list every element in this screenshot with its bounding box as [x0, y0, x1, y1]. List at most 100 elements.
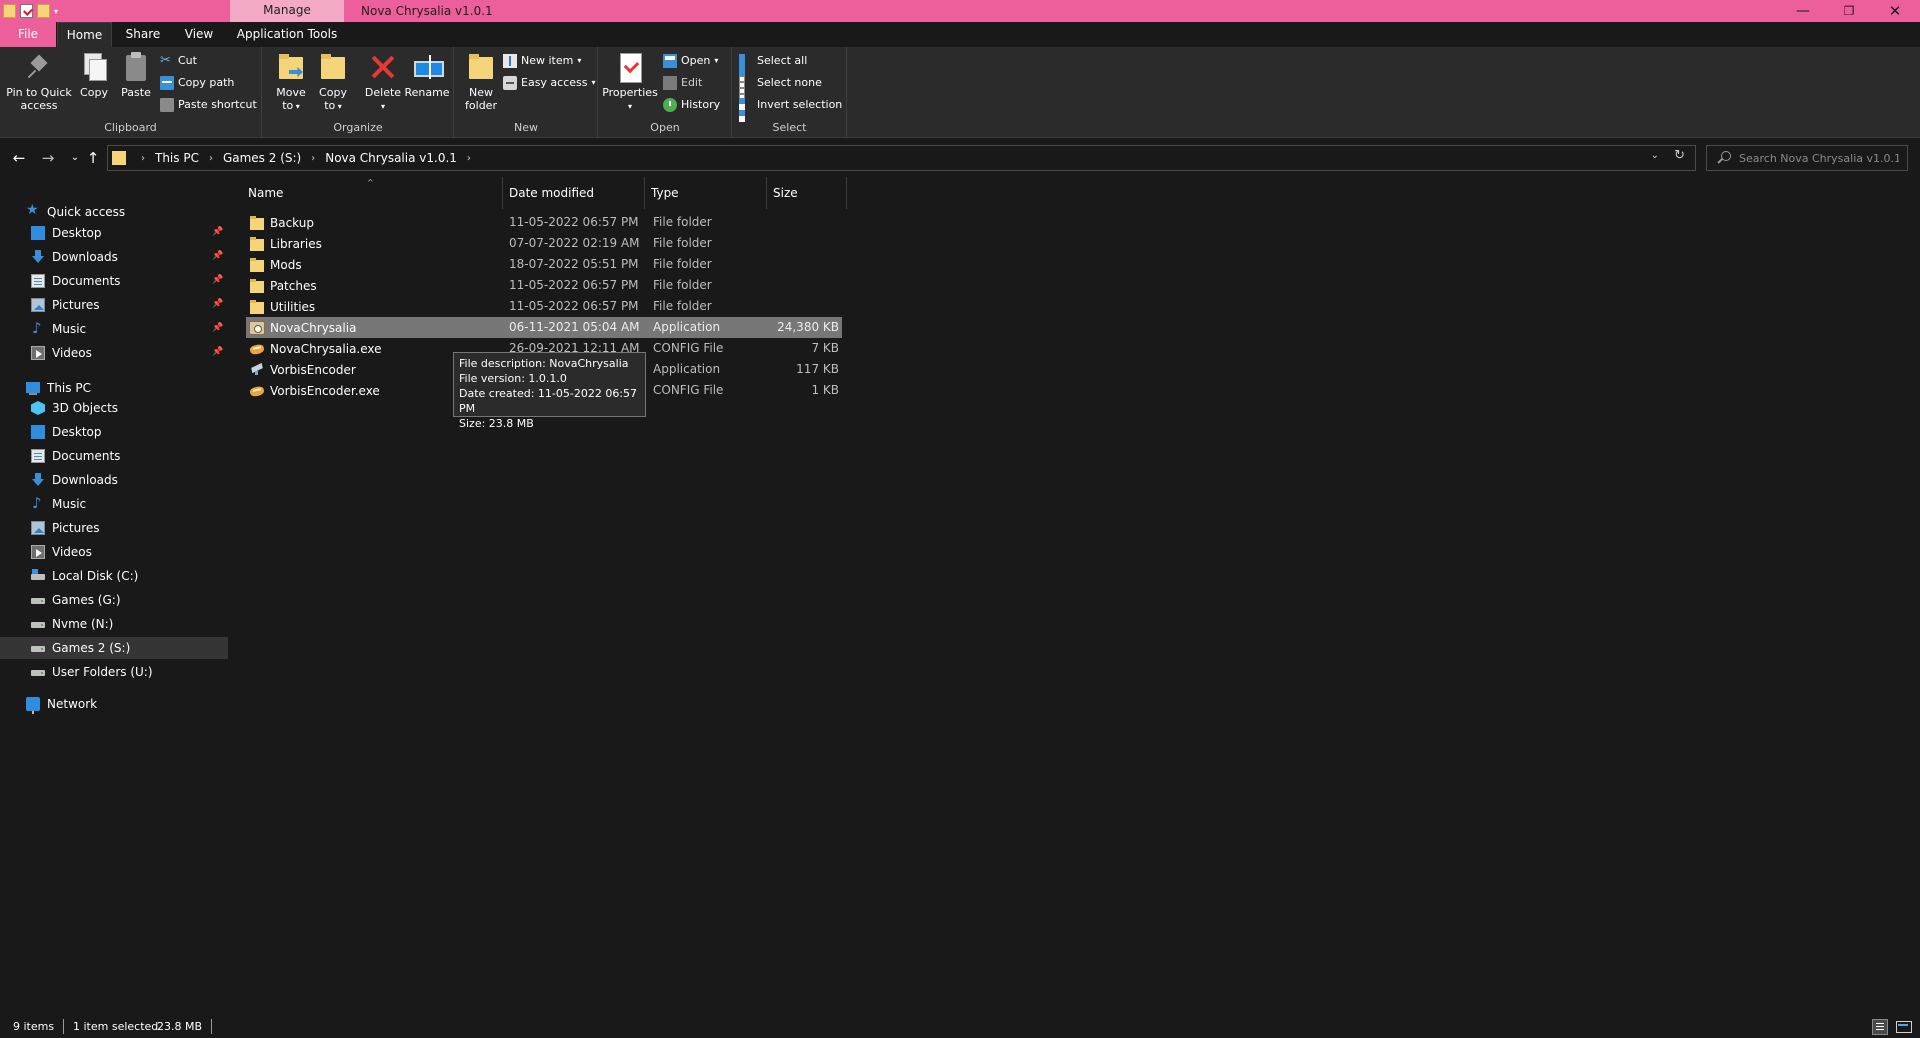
- delete-button[interactable]: Delete ▾: [361, 51, 405, 113]
- invert-selection-button[interactable]: Invert selection: [739, 96, 843, 122]
- minimize-button[interactable]: —: [1780, 0, 1826, 22]
- nav-pc-videos[interactable]: Videos: [0, 541, 228, 563]
- edit-button[interactable]: Edit: [663, 74, 702, 92]
- move-to-button[interactable]: Move to ▾: [271, 51, 311, 113]
- folder-icon: [249, 236, 265, 251]
- nav-pc-downloads[interactable]: Downloads: [0, 469, 228, 491]
- invert-selection-label: Invert selection: [757, 98, 843, 111]
- easy-access-icon: [503, 76, 517, 90]
- move-to-folder-icon: [277, 51, 305, 83]
- tab-file[interactable]: File: [0, 22, 56, 47]
- breadcrumb-this-pc[interactable]: This PC: [152, 151, 202, 165]
- copy-button[interactable]: Copy: [76, 51, 112, 99]
- search-box[interactable]: [1706, 145, 1908, 171]
- nav-quick-access[interactable]: Quick access: [0, 201, 228, 223]
- nav-pc-user-folders-u[interactable]: User Folders (U:): [0, 661, 228, 683]
- music-icon: [31, 319, 45, 337]
- forward-arrow-icon[interactable]: →: [39, 149, 57, 167]
- paste-button[interactable]: Paste: [118, 51, 154, 99]
- table-row[interactable]: Patches 11-05-2022 06:57 PM File folder: [246, 275, 842, 296]
- nav-quick-music[interactable]: Music 📌: [0, 318, 228, 340]
- nav-quick-videos[interactable]: Videos 📌: [0, 342, 228, 364]
- nav-pc-games-g[interactable]: Games (G:): [0, 589, 228, 611]
- nav-item-label: 3D Objects: [52, 401, 119, 415]
- nav-quick-downloads[interactable]: Downloads 📌: [0, 246, 228, 268]
- paste-shortcut-button[interactable]: Paste shortcut: [160, 96, 257, 114]
- history-button[interactable]: History: [663, 96, 720, 114]
- close-button[interactable]: ✕: [1872, 0, 1918, 22]
- nav-pc-local-disk-c[interactable]: Local Disk (C:): [0, 565, 228, 587]
- nav-pc-music[interactable]: Music: [0, 493, 228, 515]
- drive-icon: [31, 593, 45, 607]
- copy-to-button[interactable]: Copy to ▾: [313, 51, 353, 113]
- recent-locations-chevron-icon[interactable]: ⌄: [66, 149, 84, 167]
- column-header-date-modified[interactable]: Date modified: [503, 177, 645, 209]
- open-button[interactable]: Open ▾: [663, 52, 718, 70]
- new-folder-icon[interactable]: [37, 4, 50, 18]
- details-view-icon[interactable]: [1872, 1019, 1888, 1035]
- easy-access-button[interactable]: Easy access ▾: [503, 74, 596, 92]
- nav-pc-pictures[interactable]: Pictures: [0, 517, 228, 539]
- file-size: 117 KB: [796, 362, 839, 376]
- table-row[interactable]: Libraries 07-07-2022 02:19 AM File folde…: [246, 233, 842, 254]
- drive-icon: [31, 617, 45, 631]
- nav-item-label: Music: [52, 497, 87, 511]
- properties-button[interactable]: Properties ▾: [602, 51, 658, 113]
- copy-path-button[interactable]: Copy path: [160, 74, 234, 92]
- breadcrumb-separator-icon[interactable]: ›: [134, 153, 152, 164]
- cut-button[interactable]: Cut: [160, 52, 197, 70]
- up-arrow-icon[interactable]: ↑: [84, 149, 102, 167]
- column-header-name[interactable]: Name: [229, 177, 503, 209]
- breadcrumb-separator-icon[interactable]: ›: [460, 153, 478, 164]
- tab-view[interactable]: View: [173, 22, 225, 47]
- nav-pc-documents[interactable]: Documents: [0, 445, 228, 467]
- breadcrumb-games-2[interactable]: Games 2 (S:): [220, 151, 304, 165]
- tab-home[interactable]: Home: [57, 22, 112, 47]
- search-input[interactable]: [1739, 151, 1899, 165]
- column-header-type[interactable]: Type: [645, 177, 767, 209]
- new-folder-button[interactable]: New folder: [459, 51, 503, 112]
- nav-pc-3d-objects[interactable]: 3D Objects: [0, 397, 228, 419]
- table-row-selected[interactable]: NovaChrysalia 06-11-2021 05:04 AM Applic…: [246, 317, 842, 338]
- tab-manage[interactable]: Manage: [230, 0, 344, 22]
- nav-quick-desktop[interactable]: Desktop 📌: [0, 222, 228, 244]
- nav-pc-games-2-s[interactable]: Games 2 (S:): [0, 637, 228, 659]
- nav-item-label: Videos: [52, 545, 92, 559]
- nav-quick-pictures[interactable]: Pictures 📌: [0, 294, 228, 316]
- column-header-size[interactable]: Size: [767, 177, 847, 209]
- properties-icon[interactable]: [20, 4, 33, 18]
- new-item-button[interactable]: New item ▾: [503, 52, 581, 70]
- customize-toolbar-chevron-icon[interactable]: ▾: [54, 7, 58, 16]
- nav-quick-documents[interactable]: Documents 📌: [0, 270, 228, 292]
- file-name: Mods: [270, 257, 302, 272]
- copy-to-label-line1: Copy: [319, 86, 347, 99]
- tab-application-tools[interactable]: Application Tools: [232, 22, 342, 47]
- refresh-icon[interactable]: ↻: [1674, 148, 1685, 163]
- folder-icon: [249, 299, 265, 314]
- address-history-chevron-icon[interactable]: ⌄: [1651, 150, 1659, 161]
- breadcrumb-separator-icon[interactable]: ›: [202, 153, 220, 164]
- select-all-button[interactable]: Select all: [739, 52, 807, 78]
- nav-item-label: Music: [52, 322, 87, 336]
- edit-icon: [663, 76, 677, 90]
- explorer-folder-icon[interactable]: [3, 4, 16, 18]
- table-row[interactable]: Backup 11-05-2022 06:57 PM File folder: [246, 212, 842, 233]
- nav-pc-desktop[interactable]: Desktop: [0, 421, 228, 443]
- breadcrumb-separator-icon[interactable]: ›: [304, 153, 322, 164]
- pin-to-quick-access-button[interactable]: Pin to Quick access: [4, 51, 74, 112]
- large-icons-view-icon[interactable]: [1895, 1019, 1912, 1035]
- pinned-icon: 📌: [212, 275, 224, 285]
- back-arrow-icon[interactable]: ←: [10, 149, 28, 167]
- table-row[interactable]: Utilities 11-05-2022 06:57 PM File folde…: [246, 296, 842, 317]
- nav-this-pc[interactable]: This PC: [0, 377, 228, 399]
- address-bar[interactable]: › This PC › Games 2 (S:) › Nova Chrysali…: [107, 145, 1696, 171]
- file-type: File folder: [653, 236, 712, 250]
- nav-network[interactable]: Network: [0, 693, 228, 715]
- tab-share[interactable]: Share: [116, 22, 170, 47]
- select-none-button[interactable]: Select none: [739, 74, 822, 100]
- table-row[interactable]: Mods 18-07-2022 05:51 PM File folder: [246, 254, 842, 275]
- maximize-button[interactable]: ❐: [1826, 0, 1872, 22]
- rename-button[interactable]: Rename: [403, 51, 451, 99]
- breadcrumb-nova-chrysalia[interactable]: Nova Chrysalia v1.0.1: [322, 151, 460, 165]
- nav-pc-nvme-n[interactable]: Nvme (N:): [0, 613, 228, 635]
